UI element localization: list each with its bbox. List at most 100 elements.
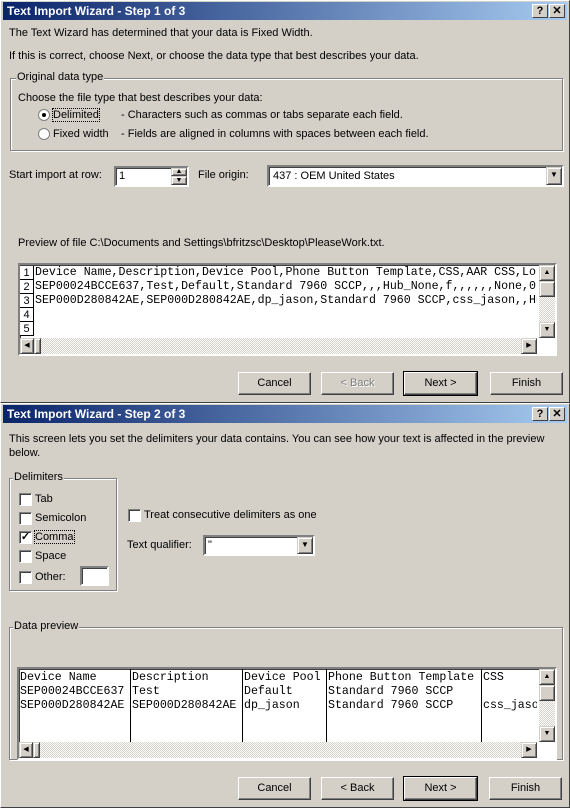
preview-line: 2 SEP00024BCCE637,Test,Default,Standard 7… (20, 280, 537, 294)
next-button[interactable]: Next > (403, 776, 478, 801)
delimiter-label[interactable]: Other: (35, 571, 66, 583)
delimiter-checkbox-other[interactable] (19, 571, 32, 584)
group-label: Original data type (16, 71, 105, 83)
help-icon[interactable]: ? (532, 407, 548, 421)
step1-title: Text Import Wizard - Step 1 of 3 (7, 4, 186, 18)
spin-down-icon[interactable]: ▼ (171, 176, 187, 185)
chevron-down-icon[interactable]: ▼ (297, 537, 313, 554)
data-preview-label: Data preview (13, 620, 80, 632)
line-text: Device Name,Description,Device Pool,Phon… (35, 266, 536, 279)
start-row-spinner[interactable]: 1 ▲ ▼ (114, 166, 189, 187)
scroll-left-icon[interactable]: ◀ (19, 742, 33, 758)
cell: SEP000D280842AE (132, 699, 237, 712)
step1-dialog: Text Import Wizard - Step 1 of 3 ? ✕ The… (0, 0, 570, 403)
row-number: 3 (20, 294, 34, 308)
consecutive-delimiters-label[interactable]: Treat consecutive delimiters as one (144, 509, 317, 521)
chevron-down-icon[interactable]: ▼ (546, 167, 562, 185)
column-header: Device Name (20, 671, 97, 684)
scroll-up-icon[interactable]: ▲ (539, 669, 555, 685)
step2-title-bar: Text Import Wizard - Step 2 of 3 ? ✕ (3, 405, 567, 423)
preview-line: 5 (20, 322, 537, 336)
preview-column[interactable]: Device Pool Default dp_jason (242, 669, 326, 742)
finish-button[interactable]: Finish (489, 777, 562, 800)
row-number: 1 (20, 266, 34, 280)
close-icon[interactable]: ✕ (549, 407, 565, 421)
delimiter-label[interactable]: Space (35, 550, 66, 562)
delimiter-checkbox-semicolon[interactable] (19, 512, 32, 525)
cell: Standard 7960 SCCP (328, 699, 454, 712)
text-qualifier-value: " (208, 539, 212, 551)
cancel-button[interactable]: Cancel (238, 777, 311, 800)
delimited-label[interactable]: Delimited (52, 108, 100, 122)
group-prompt: Choose the file type that best describes… (18, 92, 263, 104)
help-icon[interactable]: ? (532, 4, 548, 18)
step1-intro-1: The Text Wizard has determined that your… (9, 27, 313, 39)
vertical-scrollbar[interactable]: ▲ ▼ (539, 265, 555, 338)
column-header: Device Pool (244, 671, 321, 684)
scroll-thumb[interactable] (539, 685, 555, 701)
preview-column[interactable]: Phone Button Template Standard 7960 SCCP S… (326, 669, 481, 742)
next-button[interactable]: Next > (403, 371, 478, 396)
consecutive-delimiters-checkbox[interactable] (128, 509, 141, 522)
close-icon[interactable]: ✕ (549, 4, 565, 18)
delimiter-label[interactable]: Comma (34, 530, 75, 544)
delimiter-checkbox-tab[interactable] (19, 493, 32, 506)
back-button[interactable]: < Back (321, 372, 394, 395)
file-preview[interactable]: 1 Device Name,Description,Device Pool,Pho… (18, 263, 557, 356)
cell: Standard 7960 SCCP (328, 685, 454, 698)
row-number: 2 (20, 280, 34, 294)
finish-button[interactable]: Finish (490, 372, 563, 395)
column-header: Description (132, 671, 209, 684)
fixed-width-radio[interactable] (38, 128, 50, 140)
horizontal-scrollbar[interactable]: ◀ ▶ (20, 338, 537, 354)
text-qualifier-label: Text qualifier: (127, 539, 192, 551)
step2-dialog: Text Import Wizard - Step 2 of 3 ? ✕ Thi… (0, 403, 570, 808)
fixed-width-label[interactable]: Fixed width (53, 128, 109, 140)
spin-up-icon[interactable]: ▲ (171, 168, 187, 176)
delimiters-label: Delimiters (13, 471, 64, 483)
preview-column[interactable]: Device Name SEP00024BCCE637 SEP000D280842A… (19, 669, 130, 742)
preview-line: 1 Device Name,Description,Device Pool,Pho… (20, 266, 537, 280)
scroll-right-icon[interactable]: ▶ (521, 338, 537, 354)
scroll-down-icon[interactable]: ▼ (539, 726, 555, 742)
fixed-width-desc: - Fields are aligned in columns with spa… (121, 128, 429, 140)
other-delimiter-input[interactable] (80, 566, 109, 586)
line-text: SEP00024BCCE637,Test,Default,Standard 79… (35, 280, 536, 293)
step1-title-bar: Text Import Wizard - Step 1 of 3 ? ✕ (3, 2, 567, 20)
preview-column[interactable]: CSS css_jason (481, 669, 537, 742)
scroll-up-icon[interactable]: ▲ (539, 265, 555, 281)
scroll-left-icon[interactable]: ◀ (20, 338, 34, 354)
scroll-thumb-h[interactable] (33, 742, 40, 758)
horizontal-scrollbar[interactable]: ◀ ▶ (19, 742, 537, 758)
step2-intro: This screen lets you set the delimiters … (9, 433, 545, 459)
scroll-thumb-h[interactable] (34, 338, 41, 354)
step2-title: Text Import Wizard - Step 2 of 3 (7, 407, 186, 421)
delimiters-group: Delimiters Tab Semicolon ✓ Comma Space Other: (9, 471, 117, 591)
row-number: 4 (20, 308, 34, 322)
delimiter-checkbox-space[interactable] (19, 550, 32, 563)
start-row-value: 1 (119, 170, 126, 182)
scroll-right-icon[interactable]: ▶ (521, 742, 537, 758)
file-origin-select[interactable]: 437 : OEM United States ▼ (267, 165, 564, 187)
cell: SEP000D280842AE (20, 699, 125, 712)
row-number: 5 (20, 322, 34, 336)
cell: dp_jason (244, 699, 300, 712)
back-button[interactable]: < Back (321, 777, 394, 800)
vertical-scrollbar[interactable]: ▲ ▼ (539, 669, 555, 742)
preview-line: 4 (20, 308, 537, 322)
delimited-radio[interactable] (38, 109, 50, 121)
delimiter-label[interactable]: Semicolon (35, 512, 86, 524)
scroll-down-icon[interactable]: ▼ (539, 322, 555, 338)
delimiter-label[interactable]: Tab (35, 493, 53, 505)
delimiter-checkbox-comma[interactable]: ✓ (19, 531, 32, 544)
data-preview[interactable]: Device Name SEP00024BCCE637 SEP000D280842A… (17, 667, 557, 760)
cancel-button[interactable]: Cancel (238, 372, 311, 395)
line-text: SEP000D280842AE,SEP000D280842AE,dp_jason… (35, 294, 537, 307)
scroll-thumb[interactable] (539, 281, 555, 297)
column-header: CSS (483, 671, 504, 684)
cell: Default (244, 685, 293, 698)
cell: SEP00024BCCE637 (20, 685, 125, 698)
text-qualifier-select[interactable]: " ▼ (203, 535, 315, 556)
file-origin-label: File origin: (198, 169, 249, 181)
preview-column[interactable]: Description Test SEP000D280842AE (130, 669, 242, 742)
